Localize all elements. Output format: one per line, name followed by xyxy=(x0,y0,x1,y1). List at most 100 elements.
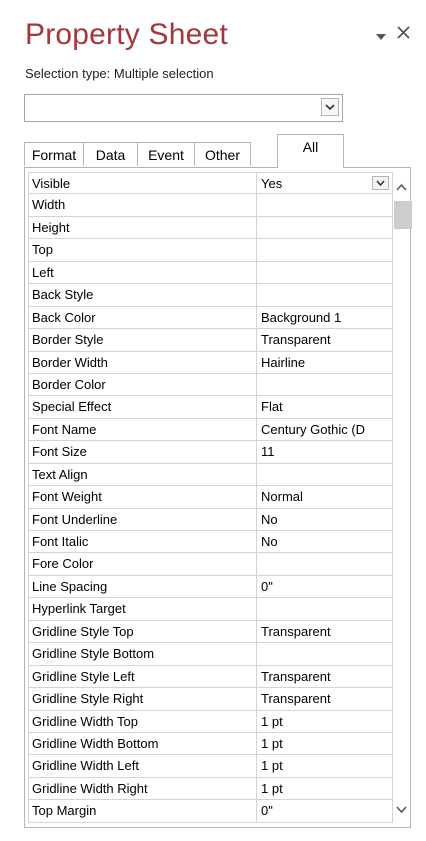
chevron-down-icon[interactable] xyxy=(321,98,339,116)
property-name: Special Effect xyxy=(28,396,257,419)
property-sheet-pane: Property Sheet Selection type: Multiple … xyxy=(0,0,426,841)
property-row[interactable]: Hyperlink Target xyxy=(28,598,393,621)
property-name: Gridline Width Left xyxy=(28,755,257,778)
property-value-text: Yes xyxy=(261,176,283,191)
property-value-text: Background 1 xyxy=(261,309,342,325)
property-value-text: Transparent xyxy=(261,332,331,348)
property-value[interactable]: Transparent xyxy=(257,688,393,711)
property-row[interactable]: Gridline Width Right 1 pt xyxy=(28,777,393,801)
property-row[interactable]: Width xyxy=(28,194,393,217)
scrollbar-thumb[interactable] xyxy=(394,201,412,229)
property-name: Hyperlink Target xyxy=(28,598,257,621)
property-name: Border Style xyxy=(28,329,257,352)
close-icon[interactable] xyxy=(397,22,410,45)
property-row[interactable]: Gridline Width Top 1 pt xyxy=(28,710,393,733)
property-row[interactable]: Visible Yes xyxy=(28,172,393,195)
property-name: Left xyxy=(28,261,257,285)
property-value[interactable] xyxy=(257,553,393,576)
property-name: Border Color xyxy=(28,373,257,397)
property-value-text: Normal xyxy=(261,489,303,505)
tab-format[interactable]: Format xyxy=(24,142,84,166)
property-value[interactable] xyxy=(257,373,393,397)
property-value[interactable] xyxy=(257,216,393,240)
property-name: Gridline Width Top xyxy=(28,710,257,733)
property-row[interactable]: Top Margin 0" xyxy=(28,800,393,823)
property-value[interactable]: Flat xyxy=(257,396,393,419)
property-value[interactable]: 1 pt xyxy=(257,710,393,733)
property-row[interactable]: Font Underline No xyxy=(28,508,393,531)
property-value[interactable] xyxy=(257,598,393,621)
property-value[interactable]: 0" xyxy=(257,800,393,823)
property-value[interactable]: 1 pt xyxy=(257,732,393,756)
property-name: Text Align xyxy=(28,463,257,487)
chevron-up-icon[interactable] xyxy=(396,178,407,196)
property-row[interactable]: Gridline Style Left Transparent xyxy=(28,665,393,689)
property-name: Font Italic xyxy=(28,531,257,554)
property-value[interactable] xyxy=(257,239,393,262)
property-row[interactable]: Top xyxy=(28,239,393,262)
property-name: Back Style xyxy=(28,284,257,307)
property-value[interactable] xyxy=(257,261,393,285)
property-value[interactable]: No xyxy=(257,531,393,554)
property-value[interactable]: Transparent xyxy=(257,329,393,352)
property-value-text: 1 pt xyxy=(261,713,283,729)
property-row[interactable]: Font Size 11 xyxy=(28,441,393,464)
chevron-down-icon[interactable] xyxy=(372,176,389,190)
property-value[interactable]: Century Gothic (D xyxy=(257,418,393,442)
property-value-text: 0" xyxy=(261,578,273,594)
property-value[interactable] xyxy=(257,463,393,487)
property-name: Width xyxy=(28,194,257,217)
property-value[interactable]: Yes xyxy=(257,172,393,195)
property-row[interactable]: Gridline Style Top Transparent xyxy=(28,620,393,644)
property-name: Gridline Style Right xyxy=(28,688,257,711)
property-row[interactable]: Fore Color xyxy=(28,553,393,576)
property-value[interactable]: No xyxy=(257,508,393,531)
property-value[interactable]: Transparent xyxy=(257,665,393,689)
property-value[interactable]: Transparent xyxy=(257,620,393,644)
pane-options-chevron-down-icon[interactable] xyxy=(376,30,386,44)
property-row[interactable]: Font Italic No xyxy=(28,531,393,554)
property-value-text: Flat xyxy=(261,399,283,415)
property-row[interactable]: Font Name Century Gothic (D xyxy=(28,418,393,442)
property-value[interactable]: 0" xyxy=(257,575,393,599)
property-row[interactable]: Border Style Transparent xyxy=(28,329,393,352)
property-row[interactable]: Special Effect Flat xyxy=(28,396,393,419)
property-name: Gridline Style Bottom xyxy=(28,643,257,666)
property-name: Font Underline xyxy=(28,508,257,531)
tab-data[interactable]: Data xyxy=(83,142,138,166)
property-value[interactable] xyxy=(257,643,393,666)
property-value[interactable]: 1 pt xyxy=(257,755,393,778)
property-row[interactable]: Font Weight Normal xyxy=(28,486,393,509)
vertical-scrollbar[interactable] xyxy=(393,172,412,825)
property-value[interactable]: Normal xyxy=(257,486,393,509)
property-name: Font Weight xyxy=(28,486,257,509)
property-row[interactable]: Border Width Hairline xyxy=(28,351,393,374)
property-row[interactable]: Text Align xyxy=(28,463,393,487)
property-value[interactable] xyxy=(257,284,393,307)
property-row[interactable]: Back Style xyxy=(28,284,393,307)
property-row[interactable]: Gridline Style Bottom xyxy=(28,643,393,666)
property-row[interactable]: Height xyxy=(28,216,393,240)
property-value-text: Transparent xyxy=(261,623,331,639)
property-value[interactable]: Background 1 xyxy=(257,306,393,330)
property-row[interactable]: Back Color Background 1 xyxy=(28,306,393,330)
property-name: Font Name xyxy=(28,418,257,442)
tab-all[interactable]: All xyxy=(277,134,344,168)
property-row[interactable]: Gridline Style Right Transparent xyxy=(28,688,393,711)
property-row[interactable]: Gridline Width Bottom 1 pt xyxy=(28,732,393,756)
selection-combobox[interactable] xyxy=(24,94,343,122)
property-row[interactable]: Border Color xyxy=(28,373,393,397)
property-name: Fore Color xyxy=(28,553,257,576)
tab-other[interactable]: Other xyxy=(194,142,251,166)
selection-type-label: Selection type: Multiple selection xyxy=(25,66,214,81)
property-value[interactable]: 1 pt xyxy=(257,777,393,801)
tab-event[interactable]: Event xyxy=(137,142,195,166)
property-value[interactable]: Hairline xyxy=(257,351,393,374)
chevron-down-icon[interactable] xyxy=(396,801,407,819)
property-row[interactable]: Left xyxy=(28,261,393,285)
property-row[interactable]: Line Spacing 0" xyxy=(28,575,393,599)
property-row[interactable]: Gridline Width Left 1 pt xyxy=(28,755,393,778)
property-value[interactable]: 11 xyxy=(257,441,393,464)
property-value[interactable] xyxy=(257,194,393,217)
tab-strip: Format Data Event Other All xyxy=(24,134,424,168)
